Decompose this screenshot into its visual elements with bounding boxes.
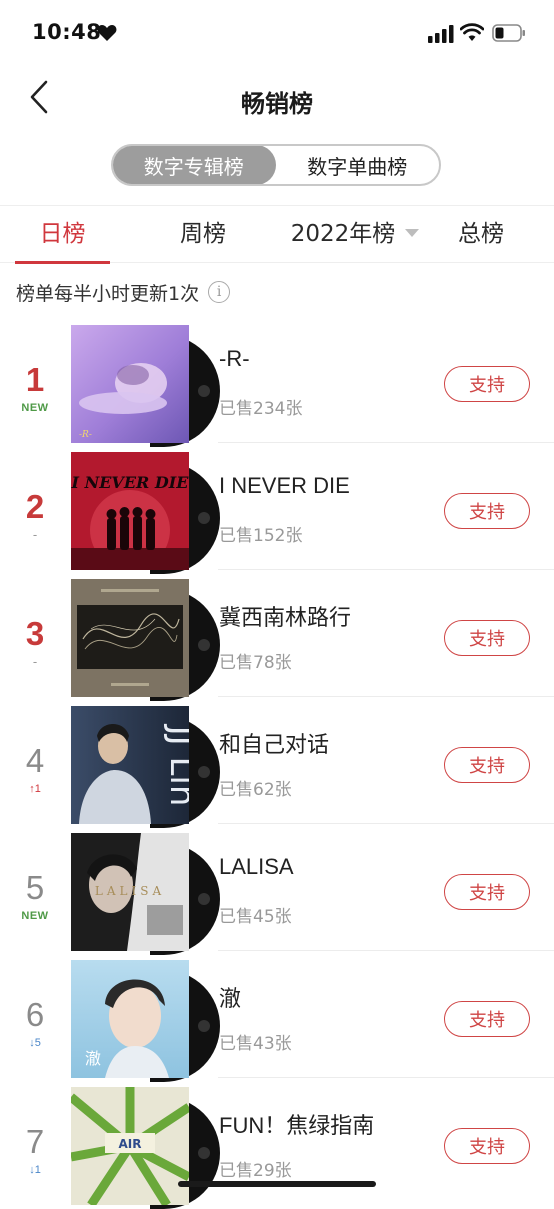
album-title: 和自己对话 — [219, 732, 330, 757]
album-list: 1 NEW -R- -R- 已售234张 支持 2 - I NEVER DIE … — [0, 316, 554, 1209]
album-title: 冀西南林路行 — [219, 605, 352, 630]
support-button[interactable]: 支持 — [444, 1001, 530, 1037]
rank-number: 6 — [25, 996, 45, 1033]
support-button[interactable]: 支持 — [444, 747, 530, 783]
album-cover[interactable]: JJ Lin — [71, 706, 189, 824]
rank-number: 4 — [25, 742, 45, 779]
cover-text: LALISA — [95, 884, 165, 898]
segment-digital-album[interactable]: 数字专辑榜 — [113, 146, 276, 184]
album-sales: 已售62张 — [219, 780, 292, 800]
rank-change-new: NEW — [21, 402, 49, 414]
list-item[interactable]: 4 ↑1 JJ Lin 和自己对话 已售62张 支持 — [0, 697, 554, 828]
rank-number: 1 — [25, 361, 45, 398]
album-sales: 已售152张 — [219, 526, 303, 546]
album-sales: 已售29张 — [219, 1161, 292, 1181]
album-sales: 已售43张 — [219, 1034, 292, 1054]
active-tab-underline — [15, 261, 110, 264]
list-item[interactable]: 3 - 冀西南林路行 已售78张 支持 — [0, 570, 554, 701]
nav-bar: 畅销榜 — [0, 64, 554, 136]
rank-number: 3 — [25, 615, 45, 652]
album-cover[interactable] — [71, 579, 189, 697]
rank-number: 7 — [25, 1123, 45, 1160]
cover-text: -R- — [79, 430, 92, 440]
cover-text: AIR — [119, 1137, 142, 1151]
album-title: FUN！焦绿指南 — [219, 1113, 375, 1138]
wifi-icon — [459, 23, 485, 46]
tab-daily-label: 日榜 — [39, 221, 86, 247]
rank-change-same: - — [32, 527, 38, 542]
rank-change-up: ↑1 — [0, 783, 70, 795]
album-sales: 已售45张 — [219, 907, 292, 927]
rank-change-same: - — [32, 654, 38, 669]
rank-change-down: ↓1 — [0, 1164, 70, 1176]
rank-number: 5 — [25, 869, 45, 906]
update-note-text: 榜单每半小时更新1次 — [16, 282, 200, 305]
list-item[interactable]: 5 NEW LALISA LALISA 已售45张 支持 — [0, 824, 554, 955]
segment-digital-single[interactable]: 数字单曲榜 — [276, 146, 440, 184]
list-item[interactable]: 1 NEW -R- -R- 已售234张 支持 — [0, 316, 554, 447]
album-cover[interactable]: -R- — [71, 325, 189, 443]
rank-change-new: NEW — [21, 910, 49, 922]
period-tabs: 日榜 周榜 2022年榜 总榜 — [0, 205, 554, 264]
album-cover[interactable]: AIR — [71, 1087, 189, 1205]
album-cover[interactable]: LALISA — [71, 833, 189, 951]
home-indicator[interactable] — [178, 1181, 376, 1187]
caret-down-icon — [405, 228, 420, 237]
support-button[interactable]: 支持 — [444, 493, 530, 529]
tab-all-time-label: 总榜 — [458, 221, 504, 247]
rank-change-value: 1 — [34, 1164, 41, 1176]
support-button[interactable]: 支持 — [444, 874, 530, 910]
support-button[interactable]: 支持 — [444, 1128, 530, 1164]
battery-icon — [492, 24, 526, 46]
page-title: 畅销榜 — [241, 90, 313, 118]
tab-weekly[interactable]: 周榜 — [158, 206, 248, 263]
heart-icon — [97, 24, 117, 46]
album-title: I NEVER DIE — [219, 473, 350, 498]
tab-daily[interactable]: 日榜 — [15, 206, 110, 264]
cover-text: 澈 — [85, 1049, 101, 1068]
status-time: 10:48 — [32, 20, 102, 44]
album-title: -R- — [219, 346, 250, 371]
tab-yearly[interactable]: 2022年榜 — [280, 206, 430, 263]
support-button[interactable]: 支持 — [444, 620, 530, 656]
album-cover[interactable]: I NEVER DIE — [71, 452, 189, 570]
list-item[interactable]: 6 ↓5 澈 澈 已售43张 支持 — [0, 951, 554, 1082]
list-item[interactable]: 2 - I NEVER DIE I NEVER DIE 已售152张 支持 — [0, 443, 554, 574]
album-cover[interactable]: 澈 — [71, 960, 189, 1078]
tab-yearly-label: 2022年榜 — [290, 221, 396, 247]
cover-text: JJ Lin — [162, 724, 189, 807]
rank-change-down: ↓5 — [0, 1037, 70, 1049]
album-sales: 已售78张 — [219, 653, 292, 673]
rank-change-value: 5 — [34, 1037, 41, 1049]
status-bar: 10:48 — [0, 0, 554, 64]
tab-weekly-label: 周榜 — [180, 221, 226, 247]
cellular-signal-icon — [428, 25, 454, 47]
cover-text: I NEVER DIE — [71, 473, 189, 492]
tab-all-time[interactable]: 总榜 — [440, 206, 522, 263]
album-title: LALISA — [219, 854, 294, 879]
support-button[interactable]: 支持 — [444, 366, 530, 402]
chart-type-segment: 数字专辑榜 数字单曲榜 — [111, 144, 441, 186]
rank-change-value: 1 — [34, 783, 41, 795]
album-sales: 已售234张 — [219, 399, 303, 419]
info-icon[interactable]: i — [208, 281, 231, 303]
update-note: 榜单每半小时更新1次 i — [16, 278, 231, 306]
rank-number: 2 — [25, 488, 45, 525]
album-title: 澈 — [219, 986, 242, 1011]
